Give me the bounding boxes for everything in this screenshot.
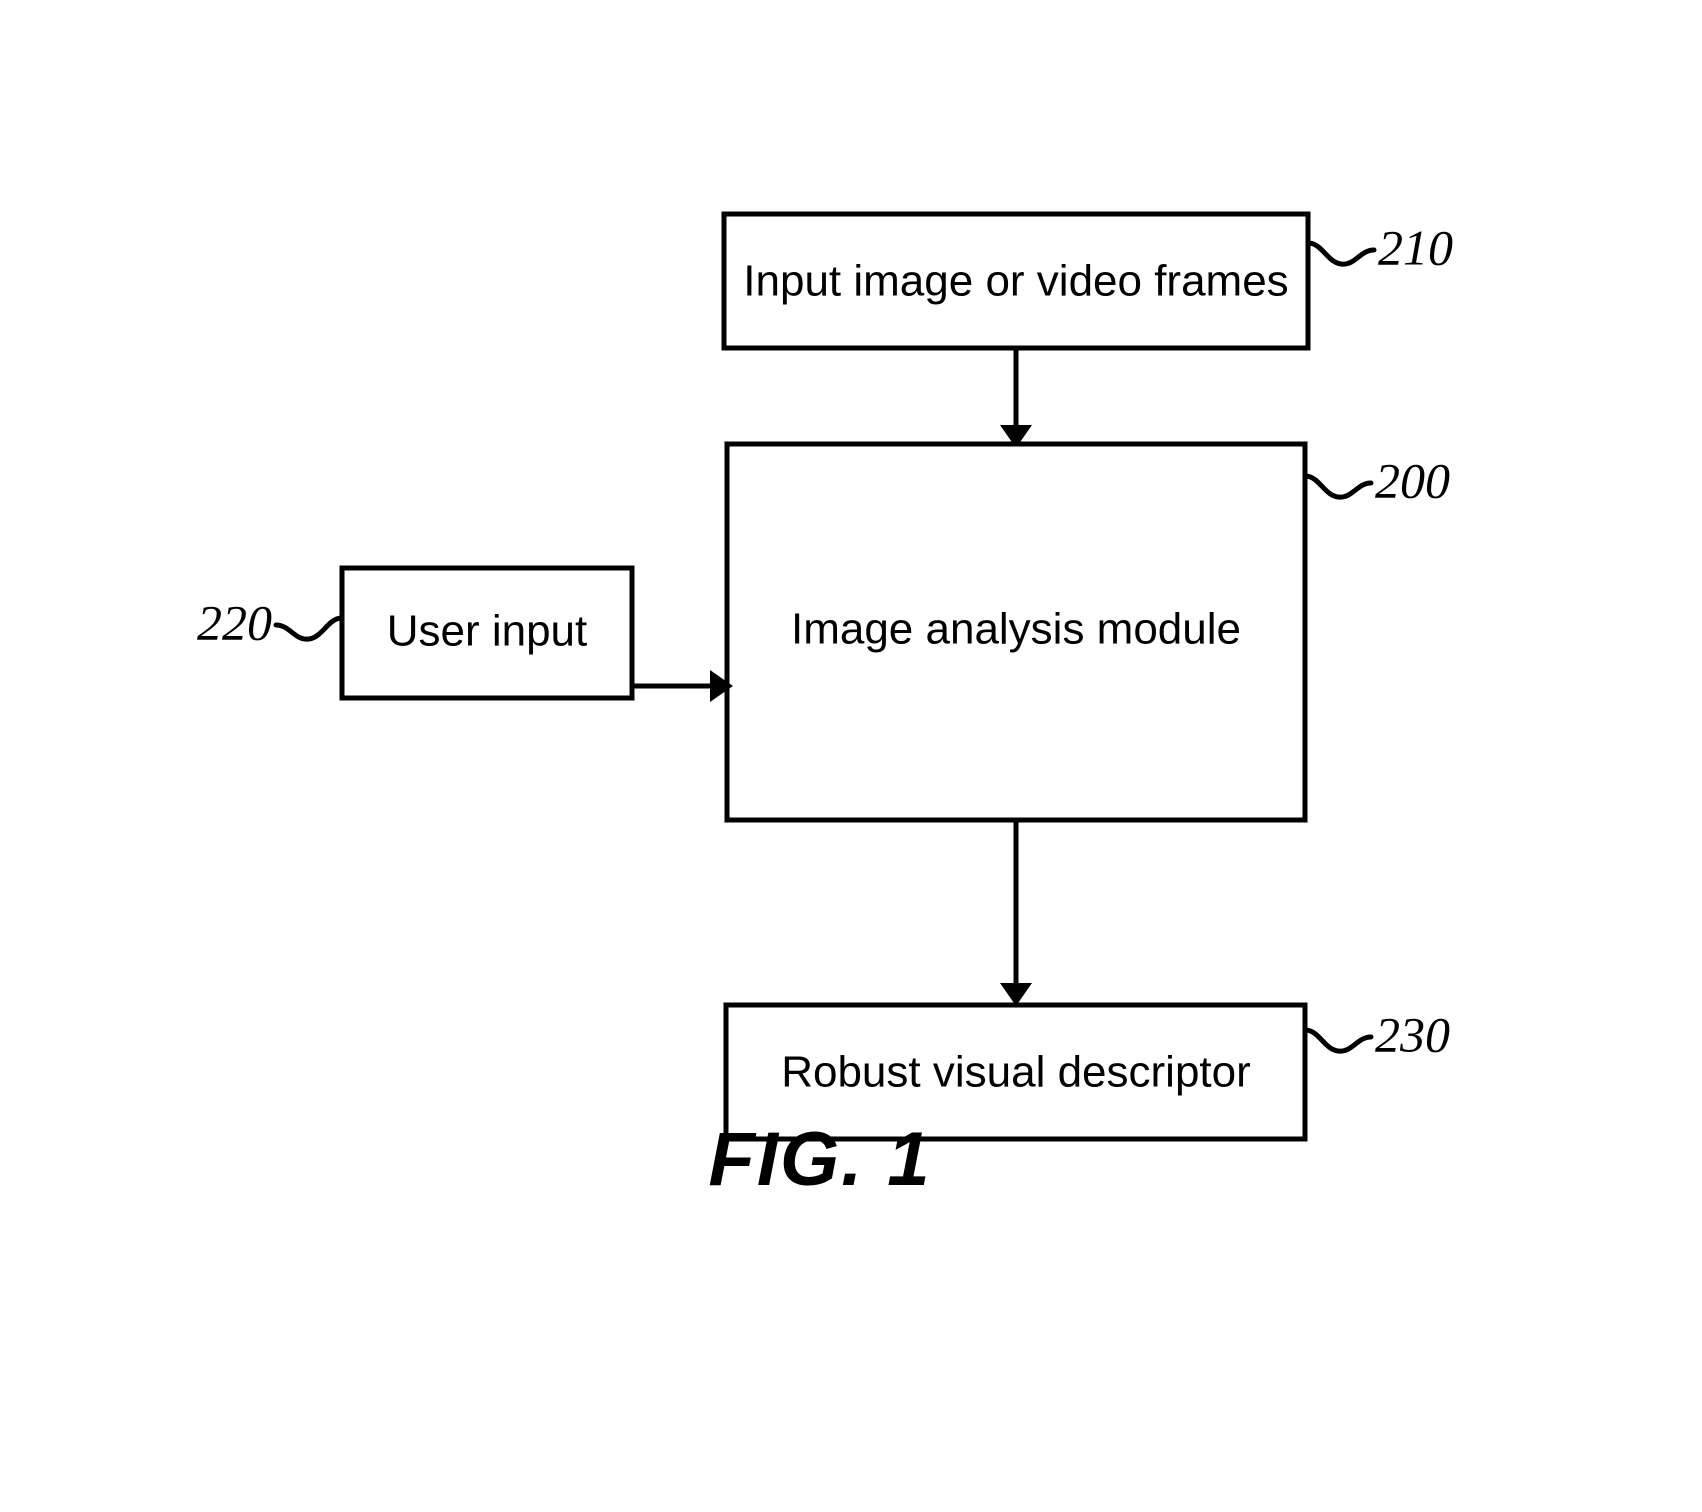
arrow-input-to-module [1000,348,1032,448]
reference-leader-230: 230 [1302,1006,1450,1062]
leader-squiggle [1305,240,1377,267]
reference-numeral: 220 [197,594,272,650]
arrow-module-to-descriptor [1000,820,1032,1006]
block-input-image-or-video-frames: Input image or video frames [721,211,1311,351]
patent-figure: Input image or video frames 210 Image an… [0,0,1702,1512]
block-image-analysis-module: Image analysis module [724,441,1308,823]
reference-leader-200: 200 [1302,452,1450,508]
arrow-user-input-to-module [632,670,733,702]
block-user-input: User input [339,565,635,701]
reference-numeral: 200 [1375,452,1450,508]
leader-squiggle [273,615,345,642]
reference-numeral: 230 [1375,1006,1450,1062]
block-label: User input [387,607,588,656]
block-label: Image analysis module [791,605,1241,654]
figure-canvas: Input image or video frames 210 Image an… [197,211,1453,1202]
leader-squiggle [1302,1027,1374,1054]
reference-leader-220: 220 [197,594,345,650]
figure-caption: FIG. 1 [708,1117,931,1202]
reference-numeral: 210 [1378,219,1453,275]
reference-leader-210: 210 [1305,219,1453,275]
block-label: Input image or video frames [743,257,1288,306]
block-label: Robust visual descriptor [781,1048,1251,1097]
leader-squiggle [1302,473,1374,500]
